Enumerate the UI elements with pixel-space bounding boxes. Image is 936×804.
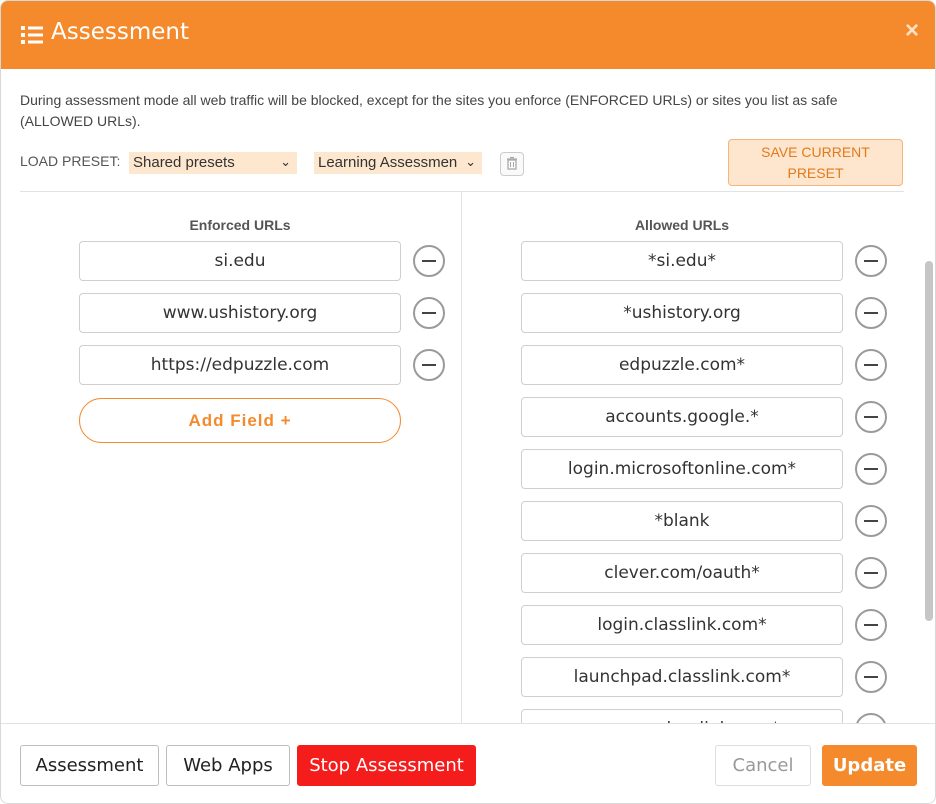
web-apps-button[interactable]: Web Apps bbox=[166, 745, 290, 786]
modal-title: Assessment bbox=[51, 19, 189, 45]
intro-text: During assessment mode all web traffic w… bbox=[20, 92, 838, 129]
allowed-url-field[interactable]: myapps.classlink.com* bbox=[521, 709, 843, 723]
remove-url-minus-icon[interactable] bbox=[855, 401, 887, 433]
assessment-modal: Assessment × During assessment mode all … bbox=[0, 0, 936, 804]
remove-url-minus-icon[interactable] bbox=[855, 453, 887, 485]
remove-url-minus-icon[interactable] bbox=[855, 713, 887, 723]
scrollbar[interactable] bbox=[925, 261, 933, 621]
list-icon bbox=[21, 26, 43, 44]
enforced-urls-heading: Enforced URLs bbox=[189, 217, 291, 233]
preset-value: Learning Assessmen bbox=[318, 154, 458, 171]
save-preset-label-line-1: SAVE CURRENT bbox=[761, 144, 870, 160]
allowed-url-field[interactable]: edpuzzle.com* bbox=[521, 345, 843, 385]
preset-source-value: Shared presets bbox=[133, 154, 235, 171]
cancel-button[interactable]: Cancel bbox=[715, 745, 811, 786]
load-preset-label: LOAD PRESET: bbox=[20, 153, 121, 169]
allowed-url-field[interactable]: accounts.google.* bbox=[521, 397, 843, 437]
enforced-url-field[interactable]: www.ushistory.org bbox=[79, 293, 401, 333]
allowed-url-field[interactable]: *si.edu* bbox=[521, 241, 843, 281]
remove-url-minus-icon[interactable] bbox=[855, 245, 887, 277]
remove-url-minus-icon[interactable] bbox=[855, 505, 887, 537]
allowed-url-field[interactable]: login.microsoftonline.com* bbox=[521, 449, 843, 489]
remove-url-minus-icon[interactable] bbox=[855, 349, 887, 381]
preset-source-select[interactable]: Shared presets ⌄ bbox=[129, 152, 297, 174]
remove-url-minus-icon[interactable] bbox=[855, 297, 887, 329]
save-current-preset-button[interactable]: SAVE CURRENT PRESET bbox=[728, 139, 903, 186]
allowed-url-field[interactable]: *blank bbox=[521, 501, 843, 541]
preset-select[interactable]: Learning Assessmen ⌄ bbox=[314, 152, 482, 174]
chevron-down-icon: ⌄ bbox=[280, 154, 291, 169]
chevron-down-icon: ⌄ bbox=[465, 154, 476, 169]
modal-header: Assessment × bbox=[1, 1, 935, 69]
allowed-url-field[interactable]: launchpad.classlink.com* bbox=[521, 657, 843, 697]
remove-url-minus-icon[interactable] bbox=[413, 245, 445, 277]
close-icon[interactable]: × bbox=[905, 17, 919, 45]
remove-url-minus-icon[interactable] bbox=[855, 661, 887, 693]
enforced-url-field[interactable]: https://edpuzzle.com bbox=[79, 345, 401, 385]
remove-url-minus-icon[interactable] bbox=[855, 557, 887, 589]
assessment-tab-button[interactable]: Assessment bbox=[20, 745, 159, 786]
remove-url-minus-icon[interactable] bbox=[413, 297, 445, 329]
allowed-urls-heading: Allowed URLs bbox=[634, 217, 730, 233]
save-preset-label-line-2: PRESET bbox=[787, 165, 844, 181]
delete-preset-button[interactable] bbox=[500, 152, 524, 176]
modal-footer: Assessment Web Apps Stop Assessment Canc… bbox=[1, 723, 935, 803]
allowed-url-field[interactable]: clever.com/oauth* bbox=[521, 553, 843, 593]
stop-assessment-button[interactable]: Stop Assessment bbox=[297, 745, 476, 786]
allowed-url-field[interactable]: *ushistory.org bbox=[521, 293, 843, 333]
enforced-url-field[interactable]: si.edu bbox=[79, 241, 401, 281]
remove-url-minus-icon[interactable] bbox=[413, 349, 445, 381]
add-field-button[interactable]: Add Field + bbox=[79, 398, 401, 443]
allowed-url-field[interactable]: login.classlink.com* bbox=[521, 605, 843, 645]
url-lists-scroll-area[interactable]: Enforced URLs Allowed URLs si.edu www.ush… bbox=[1, 191, 935, 723]
update-button[interactable]: Update bbox=[822, 745, 917, 786]
remove-url-minus-icon[interactable] bbox=[855, 609, 887, 641]
trash-icon bbox=[507, 156, 517, 170]
